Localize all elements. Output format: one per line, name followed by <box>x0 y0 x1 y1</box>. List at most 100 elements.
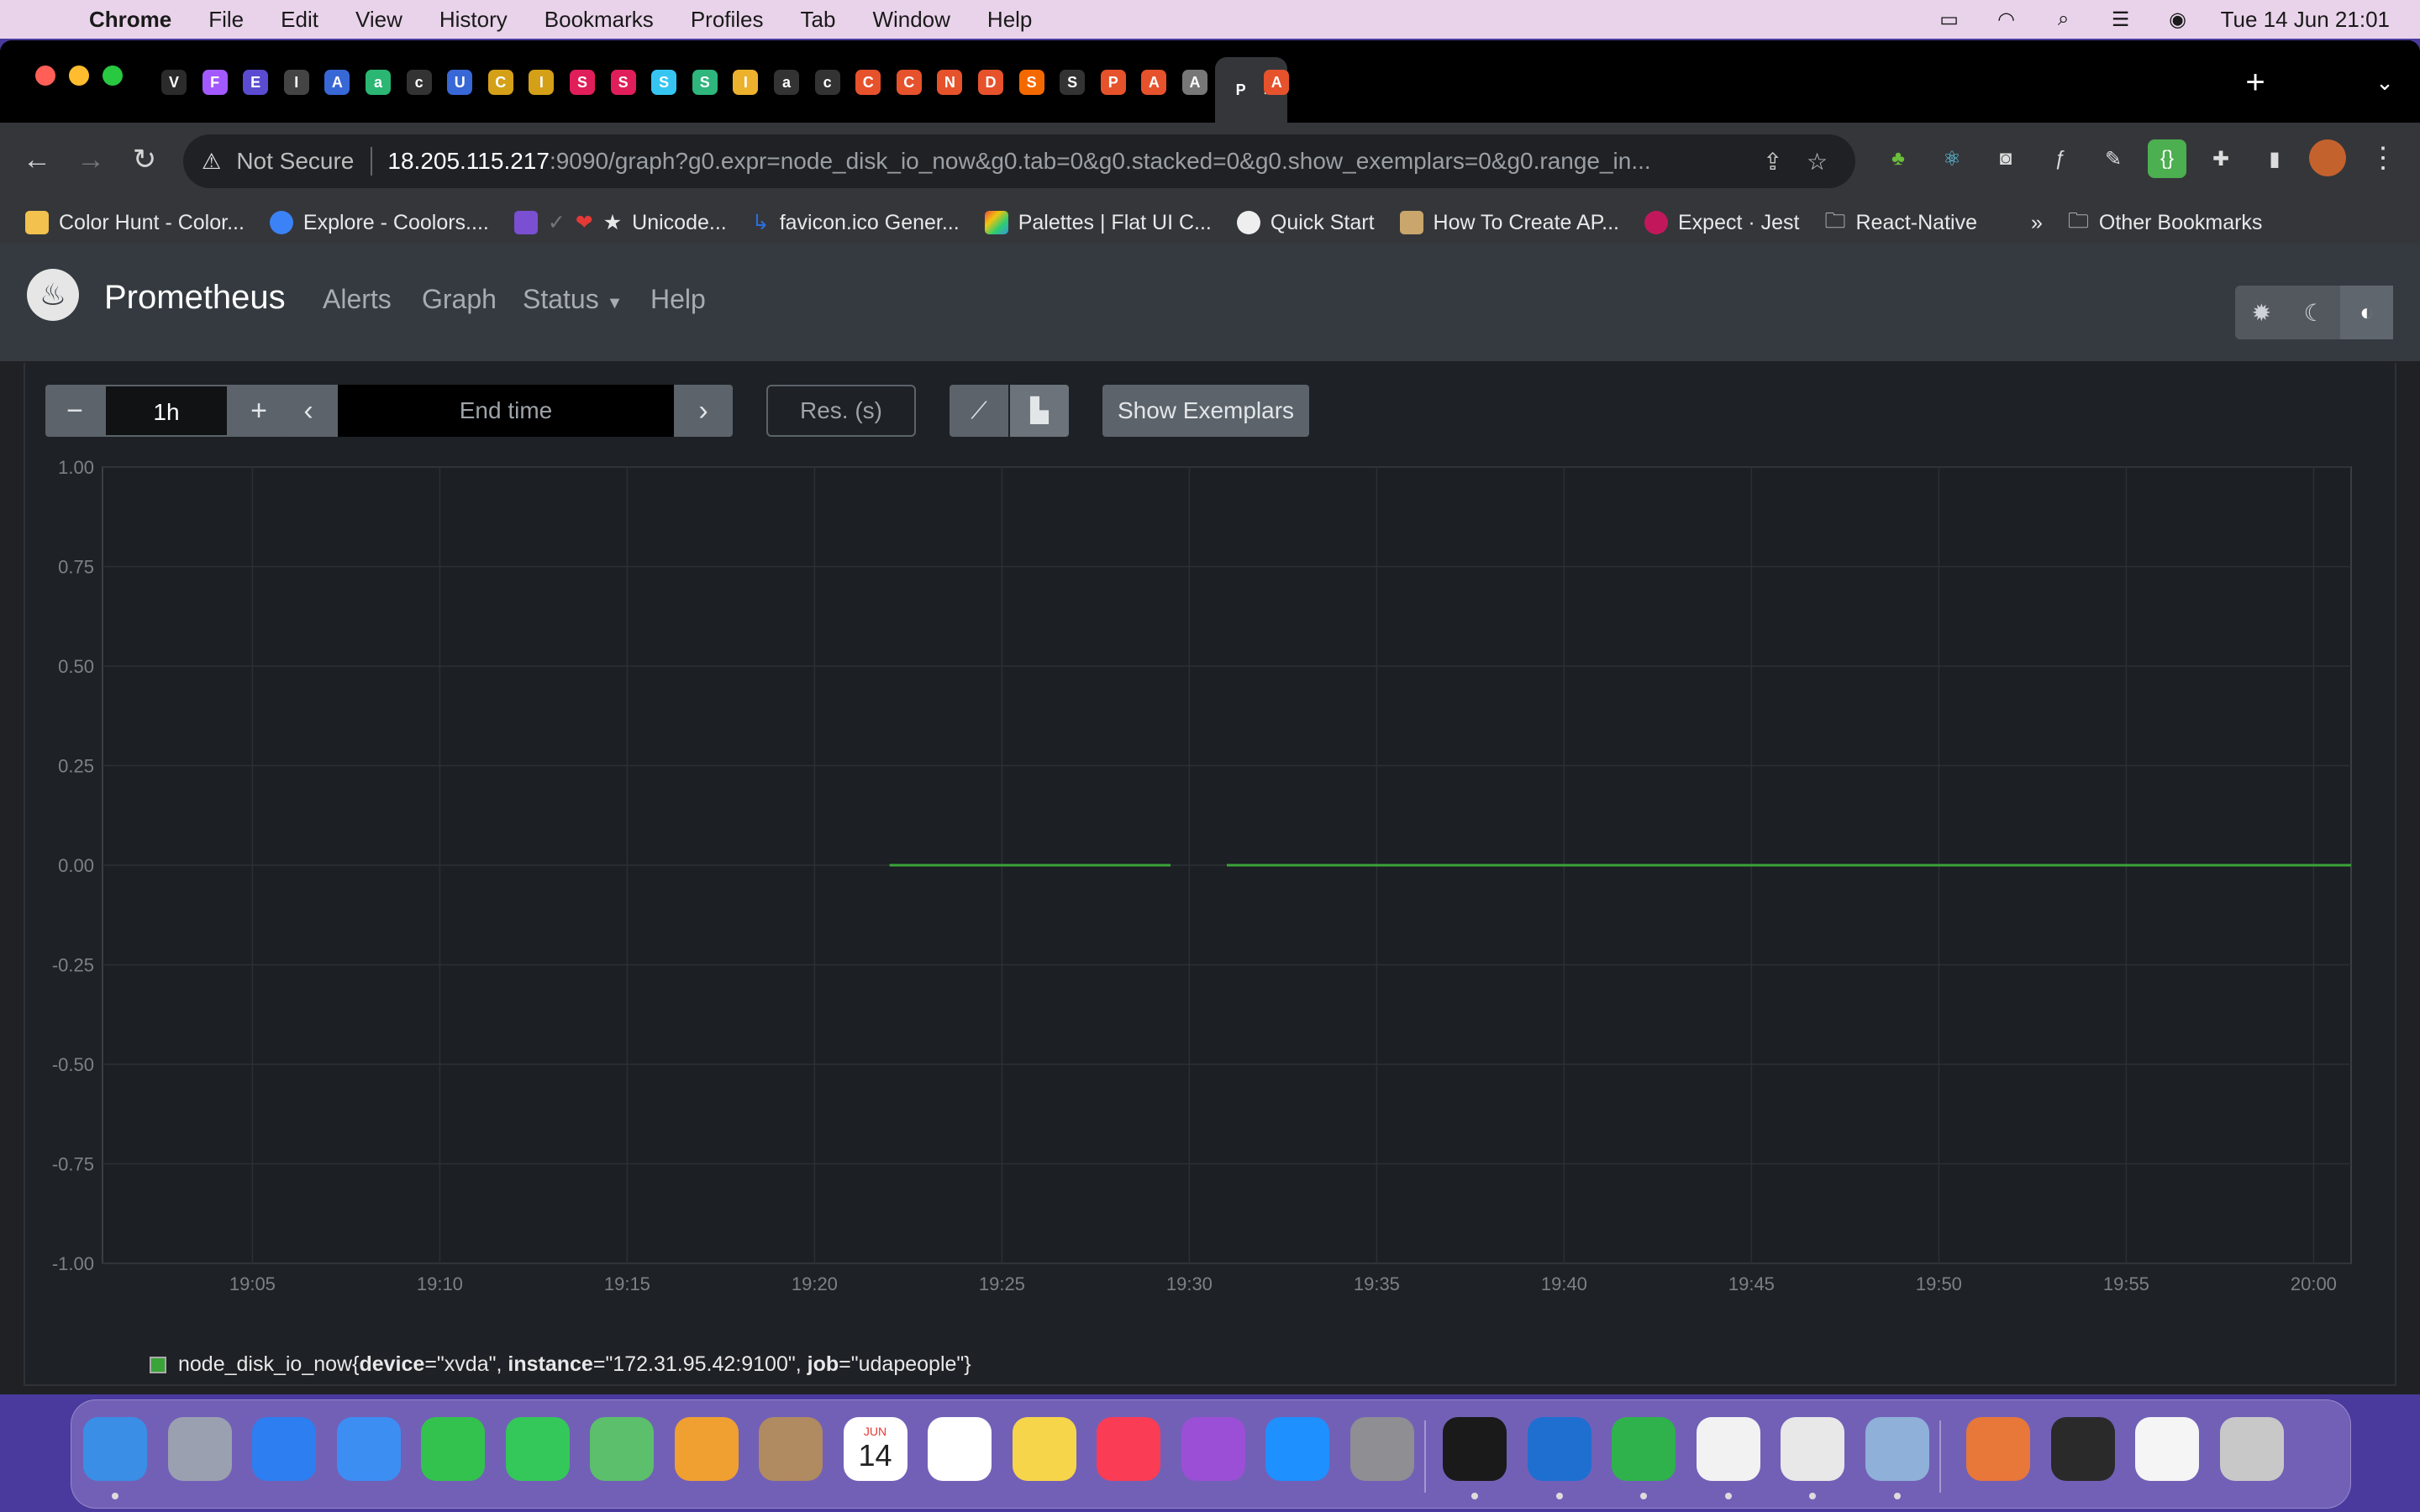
browser-tab[interactable]: c <box>810 62 850 102</box>
menu-datetime[interactable]: Tue 14 Jun 21:01 <box>2221 7 2390 33</box>
next-time-button[interactable]: › <box>674 385 733 437</box>
nav-status-dropdown[interactable]: Status ▼ <box>523 284 623 315</box>
browser-tab[interactable]: D <box>973 62 1013 102</box>
downloads-stack-icon[interactable] <box>1966 1417 2030 1481</box>
window-2-icon[interactable] <box>2135 1417 2199 1481</box>
browser-tab[interactable]: I <box>279 62 319 102</box>
security-label[interactable]: Not Secure <box>236 148 354 175</box>
bookmark-flat-ui-palettes[interactable]: Palettes | Flat UI C... <box>984 211 1212 235</box>
bookmark-create-api[interactable]: How To Create AP... <box>1399 211 1619 235</box>
reminders-icon[interactable] <box>928 1417 992 1481</box>
minimize-window-button[interactable] <box>69 66 89 86</box>
browser-tab[interactable]: P <box>1096 62 1136 102</box>
range-input[interactable]: 1h <box>104 385 229 437</box>
bookmarks-overflow-button[interactable]: » <box>2031 211 2043 235</box>
browser-tab[interactable]: S <box>606 62 646 102</box>
browser-tab[interactable]: I <box>728 62 768 102</box>
contacts-icon[interactable] <box>759 1417 823 1481</box>
back-button[interactable]: ← <box>13 136 60 183</box>
url-host[interactable]: 18.205.115.217 <box>387 148 550 175</box>
system-preferences-icon[interactable] <box>1349 1417 1414 1481</box>
forward-button[interactable]: → <box>67 136 114 183</box>
dark-theme-icon[interactable]: ☾ <box>2288 286 2341 339</box>
safari-icon[interactable] <box>252 1417 316 1481</box>
bookmark-color-hunt[interactable]: Color Hunt - Color... <box>25 211 245 235</box>
menu-edit[interactable]: Edit <box>281 7 318 33</box>
menu-view[interactable]: View <box>355 7 402 33</box>
chrome-menu-icon[interactable]: ⋮ <box>2366 134 2400 181</box>
calendar-icon[interactable]: JUN 14 <box>843 1417 908 1481</box>
vscode-icon[interactable] <box>1527 1417 1591 1481</box>
preview-icon[interactable] <box>1865 1417 1929 1481</box>
bookmark-coolors[interactable]: Explore - Coolors.... <box>269 211 489 235</box>
browser-tab[interactable]: S <box>687 62 728 102</box>
numbers-icon[interactable] <box>1612 1417 1676 1481</box>
window-1-icon[interactable] <box>2050 1417 2115 1481</box>
browser-tab[interactable]: a <box>769 62 809 102</box>
nav-help[interactable]: Help <box>650 284 706 315</box>
browser-tab[interactable]: N <box>932 62 972 102</box>
bookmark-folder-react-native[interactable]: 🗀 React-Native <box>1824 205 1977 241</box>
brand-title[interactable]: Prometheus <box>104 279 286 317</box>
app-store-icon[interactable] <box>1265 1417 1329 1481</box>
browser-tab[interactable]: S <box>1014 62 1055 102</box>
profile-avatar[interactable] <box>2309 139 2346 176</box>
bookmark-unicode[interactable]: ✓ ❤ ★ Unicode... <box>513 210 727 235</box>
trash-icon[interactable] <box>2219 1417 2284 1481</box>
tab-search-icon[interactable]: ⌄ <box>2365 62 2405 102</box>
stacked-chart-icon[interactable]: ▙ <box>1010 385 1069 437</box>
facetime-icon[interactable] <box>421 1417 485 1481</box>
chrome-icon[interactable] <box>1781 1417 1844 1481</box>
new-tab-button[interactable]: + <box>2235 62 2275 102</box>
menu-tab[interactable]: Tab <box>801 7 836 33</box>
bookmark-jest[interactable]: Expect · Jest <box>1644 211 1799 235</box>
browser-tab[interactable]: A <box>1259 62 1299 102</box>
camera-extension-icon[interactable]: ◙ <box>1986 139 2025 178</box>
bookmark-quick-start[interactable]: Quick Start <box>1236 211 1375 235</box>
bookmark-other-bookmarks[interactable]: 🗀 Other Bookmarks <box>2068 205 2263 241</box>
browser-tab[interactable]: S <box>1055 62 1095 102</box>
prometheus-logo-icon[interactable]: ♨ <box>27 269 79 321</box>
podcasts-icon[interactable] <box>1181 1417 1245 1481</box>
bookmark-star-icon[interactable]: ☆ <box>1807 148 1828 176</box>
photos-icon[interactable] <box>674 1417 739 1481</box>
browser-tab[interactable]: E <box>238 62 278 102</box>
menu-bookmarks[interactable]: Bookmarks <box>544 7 654 33</box>
resolution-input[interactable]: Res. (s) <box>766 385 916 437</box>
light-theme-icon[interactable]: ✹ <box>2235 286 2288 339</box>
show-exemplars-button[interactable]: Show Exemplars <box>1102 385 1309 437</box>
menu-file[interactable]: File <box>208 7 244 33</box>
nav-graph[interactable]: Graph <box>422 284 497 315</box>
browser-tab[interactable]: I <box>523 62 564 102</box>
side-panel-icon[interactable]: ▮ <box>2255 139 2294 178</box>
formula-extension-icon[interactable]: ƒ <box>2040 139 2079 178</box>
line-chart-icon[interactable]: ⟋ <box>950 385 1008 437</box>
terminal-icon[interactable] <box>1443 1417 1507 1481</box>
menu-history[interactable]: History <box>439 7 508 33</box>
music-icon[interactable] <box>1097 1417 1160 1481</box>
menu-app-name[interactable]: Chrome <box>89 7 171 33</box>
tree-extension-icon[interactable]: ♣ <box>1879 139 1918 178</box>
zoom-window-button[interactable] <box>103 66 123 86</box>
wifi-icon[interactable]: ◠ <box>1992 8 2021 31</box>
maps-icon[interactable] <box>590 1417 654 1481</box>
browser-tab[interactable]: C <box>483 62 523 102</box>
browser-tab[interactable]: S <box>565 62 605 102</box>
menu-profiles[interactable]: Profiles <box>691 7 764 33</box>
mail-icon[interactable] <box>336 1417 401 1481</box>
pen-extension-icon[interactable]: ✎ <box>2094 139 2133 178</box>
decrease-range-button[interactable]: − <box>45 385 104 437</box>
bookmark-favicon-generator[interactable]: ↳ favicon.ico Gener... <box>752 210 960 235</box>
spotlight-search-icon[interactable]: ⌕ <box>2049 8 2078 30</box>
share-icon[interactable]: ⇪ <box>1763 148 1782 176</box>
browser-tab[interactable]: S <box>646 62 687 102</box>
reload-button[interactable]: ↻ <box>121 136 168 183</box>
nav-alerts[interactable]: Alerts <box>323 284 392 315</box>
finder-icon[interactable] <box>83 1417 147 1481</box>
browser-tab[interactable]: A <box>319 62 360 102</box>
battery-icon[interactable]: ▭ <box>1935 8 1964 31</box>
address-bar[interactable]: ⚠ Not Secure 18.205.115.217 :9090/graph?… <box>183 134 1855 188</box>
previous-time-button[interactable]: ‹ <box>279 385 338 437</box>
browser-theme-icon[interactable]: ◐ <box>2340 286 2394 339</box>
browser-tab[interactable]: U <box>442 62 482 102</box>
